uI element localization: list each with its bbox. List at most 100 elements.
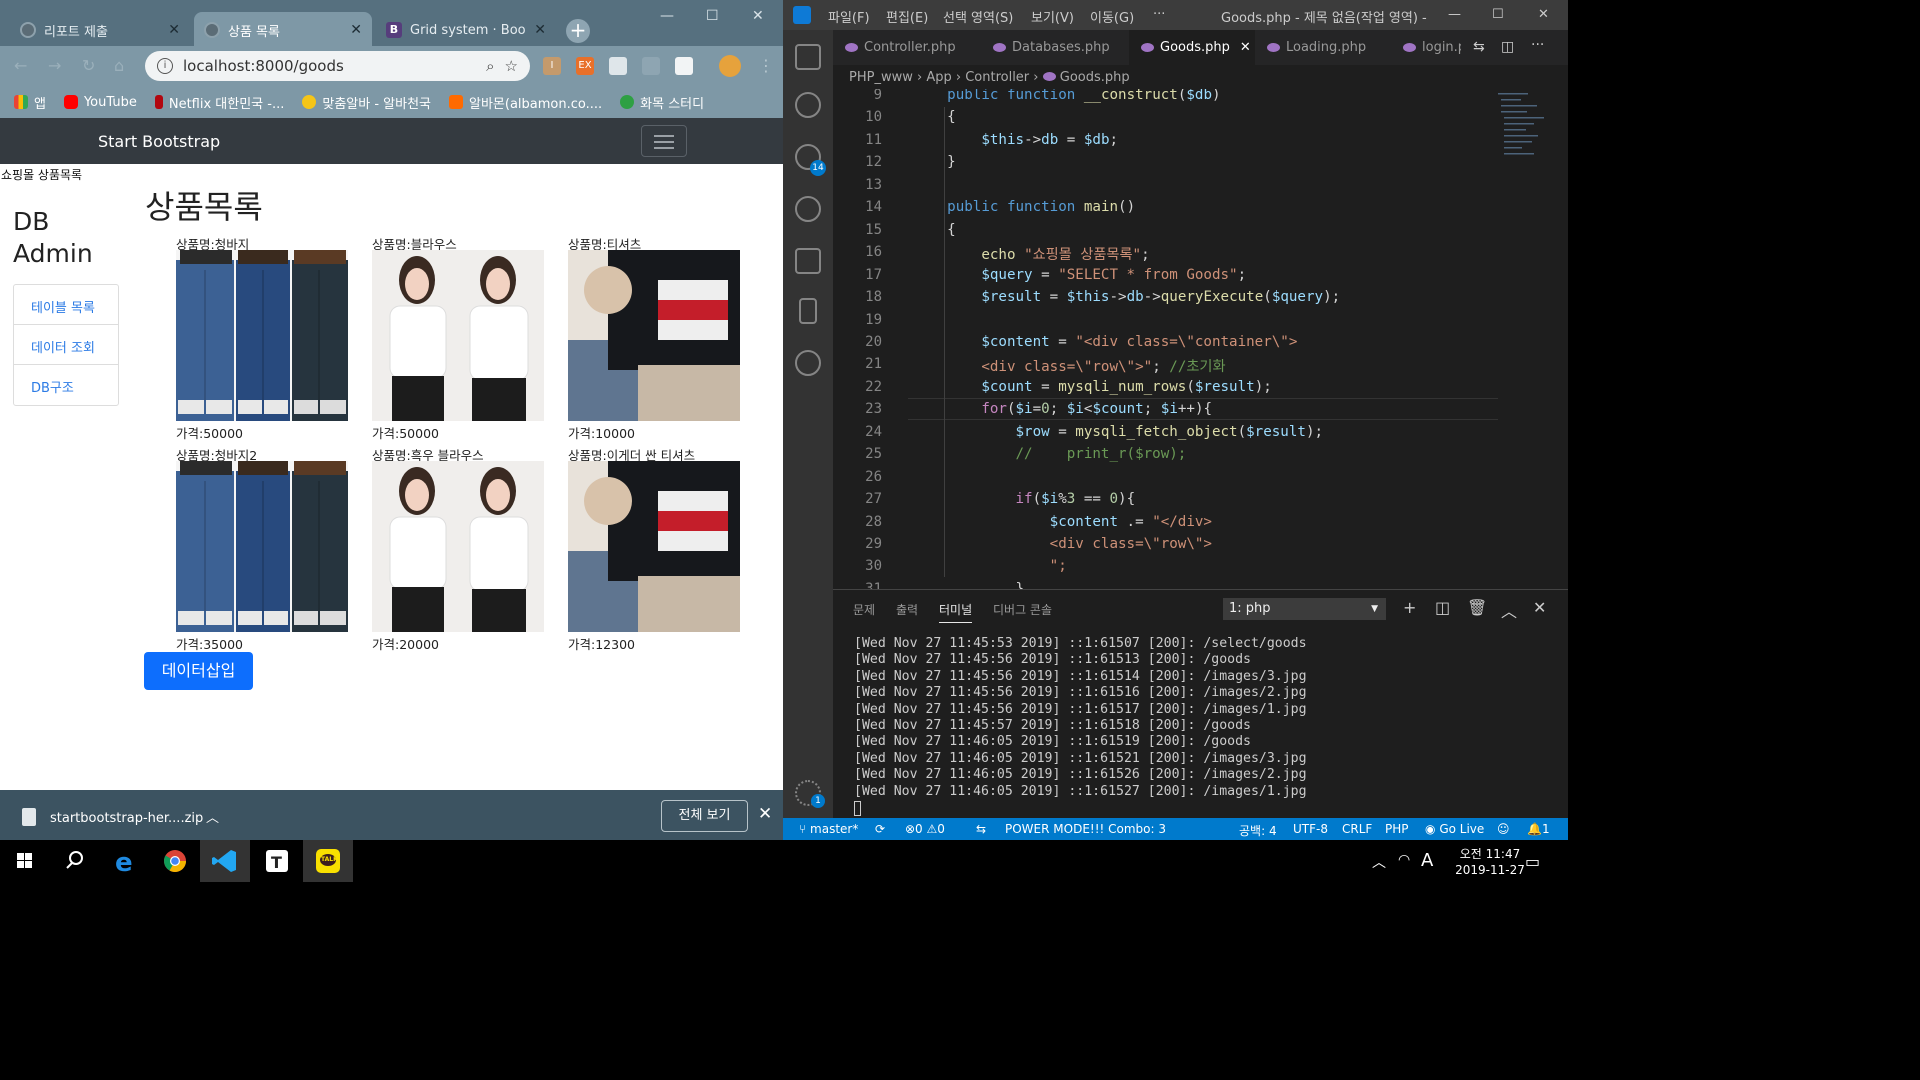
- close-window-icon[interactable]: ✕: [1538, 7, 1549, 22]
- tab-goods[interactable]: Goods.php ✕: [1129, 30, 1255, 65]
- close-icon[interactable]: ✕: [168, 22, 180, 38]
- tray-chevron-icon[interactable]: ︿: [1372, 852, 1386, 872]
- bookmark-study[interactable]: 화목 스터디: [620, 93, 704, 112]
- extension-icon[interactable]: [675, 57, 693, 75]
- extension-icon[interactable]: [609, 57, 627, 75]
- menu-icon[interactable]: ⋮: [758, 56, 774, 75]
- trash-icon[interactable]: 🗑: [1467, 598, 1487, 617]
- maximize-icon[interactable]: ☐: [706, 8, 719, 24]
- tab-controller[interactable]: Controller.php: [833, 30, 981, 65]
- home-icon[interactable]: ⌂: [114, 56, 124, 75]
- bookmark-apps[interactable]: 앱: [14, 93, 46, 112]
- tab-login[interactable]: login.p: [1391, 30, 1461, 65]
- ime-indicator[interactable]: A: [1421, 850, 1433, 871]
- split-editor-icon[interactable]: ◫: [1501, 39, 1514, 55]
- encoding-status[interactable]: UTF-8: [1293, 822, 1328, 836]
- breadcrumb-item[interactable]: App: [926, 70, 951, 85]
- close-panel-icon[interactable]: ✕: [1533, 598, 1546, 617]
- problems-status[interactable]: ⊗0 ⚠0: [905, 822, 945, 836]
- bookmark-youtube[interactable]: YouTube: [63, 95, 137, 110]
- address-bar[interactable]: i localhost:8000/goods ⌕ ☆: [145, 51, 530, 81]
- notifications-status[interactable]: 🔔1: [1527, 822, 1550, 836]
- sidebar-item-db-structure[interactable]: DB구조: [14, 365, 118, 405]
- maximize-panel-icon[interactable]: ︿: [1501, 598, 1517, 622]
- star-icon[interactable]: ☆: [505, 57, 518, 75]
- panel-tab-output[interactable]: 출력: [896, 601, 918, 618]
- browser-tab-grid[interactable]: B Grid system · Bootstr ✕: [376, 12, 556, 48]
- extension-icon[interactable]: [642, 57, 660, 75]
- download-filename[interactable]: startbootstrap-her....zip: [50, 811, 203, 826]
- new-tab-button[interactable]: +: [566, 19, 590, 43]
- explorer-icon[interactable]: [795, 44, 821, 70]
- reload-icon[interactable]: ↻: [82, 56, 95, 75]
- navbar-brand[interactable]: Start Bootstrap: [98, 132, 220, 151]
- action-center-icon[interactable]: ▭: [1525, 852, 1540, 871]
- language-status[interactable]: PHP: [1385, 822, 1409, 836]
- menu-edit[interactable]: 편집(E): [886, 7, 928, 26]
- extension-icon[interactable]: I: [543, 57, 561, 75]
- minimize-icon[interactable]: —: [1448, 7, 1461, 22]
- branch-status[interactable]: ⑂ master*: [799, 822, 858, 836]
- bookmark-netflix[interactable]: Netflix 대한민국 -...: [154, 93, 284, 112]
- terminal-output[interactable]: [Wed Nov 27 11:45:53 2019] ::1:61507 [20…: [854, 636, 1307, 800]
- tab-databases[interactable]: Databases.php: [981, 30, 1129, 65]
- github-icon[interactable]: [795, 350, 821, 376]
- eol-status[interactable]: CRLF: [1342, 822, 1372, 836]
- menu-go[interactable]: 이동(G): [1090, 7, 1134, 26]
- breadcrumb-item[interactable]: Goods.php: [1060, 70, 1130, 85]
- close-icon[interactable]: ✕: [1240, 40, 1251, 55]
- info-icon[interactable]: i: [157, 58, 173, 74]
- indentation-status[interactable]: 공백: 4: [1239, 822, 1277, 839]
- sidebar-item-data-view[interactable]: 데이터 조회: [14, 325, 118, 365]
- live-share-icon[interactable]: ⇆: [976, 822, 986, 836]
- navbar-toggler-button[interactable]: [641, 125, 687, 157]
- taskbar-typora[interactable]: T: [252, 840, 302, 882]
- search-button[interactable]: [50, 840, 100, 882]
- menu-selection[interactable]: 선택 영역(S): [943, 7, 1013, 26]
- extension-icon[interactable]: EX: [576, 57, 594, 75]
- close-icon[interactable]: ✕: [758, 804, 772, 824]
- code-editor[interactable]: 9 public function __construct($db) 10 {11…: [833, 89, 1568, 589]
- profile-avatar[interactable]: [719, 55, 741, 77]
- tab-loading[interactable]: Loading.php: [1255, 30, 1391, 65]
- panel-tab-problems[interactable]: 문제: [853, 601, 875, 618]
- search-icon[interactable]: [795, 92, 821, 118]
- taskbar-chrome[interactable]: [150, 840, 200, 882]
- forward-icon[interactable]: →: [48, 56, 61, 75]
- panel-tab-terminal[interactable]: 터미널: [939, 601, 973, 623]
- chevron-up-icon[interactable]: ︿: [206, 807, 219, 826]
- insert-data-button[interactable]: 데이터삽입: [144, 652, 253, 690]
- zoom-icon[interactable]: ⌕: [486, 57, 494, 75]
- debug-icon[interactable]: [795, 196, 821, 222]
- menu-file[interactable]: 파일(F): [828, 7, 870, 26]
- taskbar-vscode[interactable]: [200, 840, 250, 882]
- browser-tab-report[interactable]: 리포트 제출 ✕: [10, 12, 190, 48]
- minimize-icon[interactable]: —: [660, 8, 674, 24]
- bookmark-albamon[interactable]: 알바몬(albamon.co....: [449, 93, 602, 112]
- feedback-icon[interactable]: ☺: [1497, 822, 1510, 836]
- close-window-icon[interactable]: ✕: [752, 8, 764, 24]
- menu-view[interactable]: 보기(V): [1031, 7, 1074, 26]
- minimap[interactable]: [1498, 89, 1558, 169]
- taskbar-edge[interactable]: e: [100, 840, 150, 882]
- breadcrumb-item[interactable]: Controller: [965, 70, 1029, 85]
- panel-tab-debug-console[interactable]: 디버그 콘솔: [993, 601, 1052, 618]
- extensions-icon[interactable]: [795, 248, 821, 274]
- close-icon[interactable]: ✕: [350, 22, 362, 38]
- wifi-icon[interactable]: ◠: [1398, 852, 1410, 868]
- sync-icon[interactable]: ⟳: [875, 822, 885, 836]
- split-terminal-icon[interactable]: ◫: [1435, 598, 1450, 617]
- more-actions-icon[interactable]: ···: [1531, 37, 1544, 53]
- maximize-icon[interactable]: ☐: [1492, 7, 1504, 22]
- sidebar-item-table-list[interactable]: 테이블 목록: [14, 285, 118, 325]
- open-changes-icon[interactable]: ⇆: [1473, 39, 1485, 55]
- show-all-downloads-button[interactable]: 전체 보기: [661, 800, 748, 832]
- taskbar-kakaotalk[interactable]: TALK: [303, 840, 353, 882]
- bookmark-albachunkuk[interactable]: 맞춤알바 - 알바천국: [302, 93, 431, 112]
- remote-explorer-icon[interactable]: [799, 298, 817, 324]
- back-icon[interactable]: ←: [14, 56, 27, 75]
- go-live-status[interactable]: ◉ Go Live: [1425, 822, 1484, 836]
- menu-more[interactable]: ···: [1153, 7, 1165, 22]
- breadcrumb-item[interactable]: PHP_www: [849, 70, 913, 85]
- browser-tab-goods[interactable]: 상품 목록 ✕: [194, 12, 372, 48]
